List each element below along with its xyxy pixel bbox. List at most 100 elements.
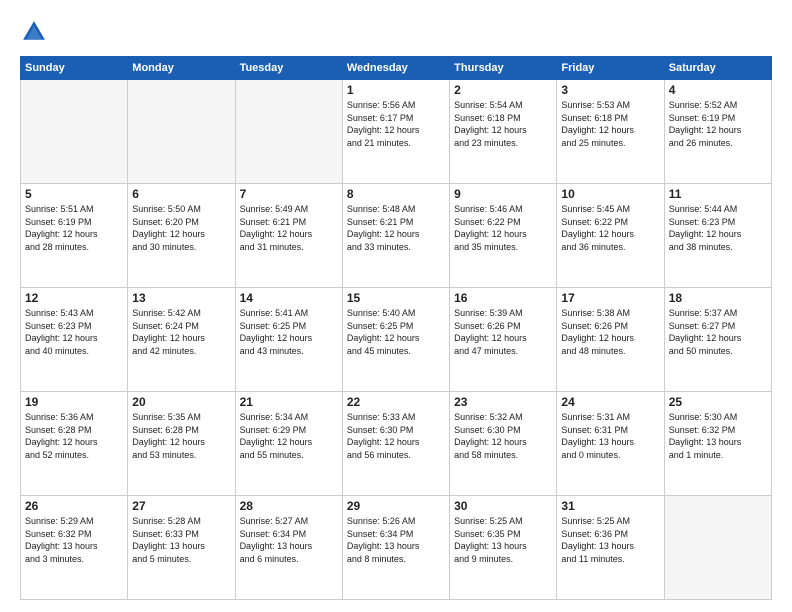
day-number: 23 — [454, 395, 552, 409]
day-number: 8 — [347, 187, 445, 201]
day-number: 2 — [454, 83, 552, 97]
day-info: Sunrise: 5:50 AM Sunset: 6:20 PM Dayligh… — [132, 203, 230, 253]
weekday-header: Saturday — [664, 57, 771, 80]
day-info: Sunrise: 5:28 AM Sunset: 6:33 PM Dayligh… — [132, 515, 230, 565]
calendar-cell: 9 Sunrise: 5:46 AM Sunset: 6:22 PM Daylig… — [450, 184, 557, 288]
day-info: Sunrise: 5:51 AM Sunset: 6:19 PM Dayligh… — [25, 203, 123, 253]
day-number: 26 — [25, 499, 123, 513]
calendar-cell: 22 Sunrise: 5:33 AM Sunset: 6:30 PM Dayli… — [342, 392, 449, 496]
day-info: Sunrise: 5:34 AM Sunset: 6:29 PM Dayligh… — [240, 411, 338, 461]
calendar-cell: 25 Sunrise: 5:30 AM Sunset: 6:32 PM Dayli… — [664, 392, 771, 496]
calendar-cell: 12 Sunrise: 5:43 AM Sunset: 6:23 PM Dayli… — [21, 288, 128, 392]
day-info: Sunrise: 5:29 AM Sunset: 6:32 PM Dayligh… — [25, 515, 123, 565]
day-info: Sunrise: 5:32 AM Sunset: 6:30 PM Dayligh… — [454, 411, 552, 461]
calendar-week-row: 5 Sunrise: 5:51 AM Sunset: 6:19 PM Daylig… — [21, 184, 772, 288]
calendar-cell: 29Sunrise: 5:26 AM Sunset: 6:34 PM Dayli… — [342, 496, 449, 600]
day-number: 4 — [669, 83, 767, 97]
weekday-header: Sunday — [21, 57, 128, 80]
day-number: 30 — [454, 499, 552, 513]
day-info: Sunrise: 5:43 AM Sunset: 6:23 PM Dayligh… — [25, 307, 123, 357]
day-info: Sunrise: 5:36 AM Sunset: 6:28 PM Dayligh… — [25, 411, 123, 461]
calendar-cell: 19 Sunrise: 5:36 AM Sunset: 6:28 PM Dayli… — [21, 392, 128, 496]
header — [20, 18, 772, 46]
day-number: 5 — [25, 187, 123, 201]
calendar-cell: 3 Sunrise: 5:53 AM Sunset: 6:18 PM Daylig… — [557, 80, 664, 184]
day-info: Sunrise: 5:40 AM Sunset: 6:25 PM Dayligh… — [347, 307, 445, 357]
day-number: 18 — [669, 291, 767, 305]
day-info: Sunrise: 5:25 AM Sunset: 6:35 PM Dayligh… — [454, 515, 552, 565]
day-number: 9 — [454, 187, 552, 201]
day-info: Sunrise: 5:30 AM Sunset: 6:32 PM Dayligh… — [669, 411, 767, 461]
day-number: 24 — [561, 395, 659, 409]
day-info: Sunrise: 5:35 AM Sunset: 6:28 PM Dayligh… — [132, 411, 230, 461]
weekday-header: Friday — [557, 57, 664, 80]
day-number: 20 — [132, 395, 230, 409]
day-number: 14 — [240, 291, 338, 305]
day-number: 16 — [454, 291, 552, 305]
calendar-cell: 14Sunrise: 5:41 AM Sunset: 6:25 PM Dayli… — [235, 288, 342, 392]
day-number: 28 — [240, 499, 338, 513]
calendar-cell — [235, 80, 342, 184]
calendar-cell: 18 Sunrise: 5:37 AM Sunset: 6:27 PM Dayli… — [664, 288, 771, 392]
calendar-cell: 17Sunrise: 5:38 AM Sunset: 6:26 PM Dayli… — [557, 288, 664, 392]
day-info: Sunrise: 5:42 AM Sunset: 6:24 PM Dayligh… — [132, 307, 230, 357]
calendar-cell — [664, 496, 771, 600]
calendar-cell: 11 Sunrise: 5:44 AM Sunset: 6:23 PM Dayli… — [664, 184, 771, 288]
day-info: Sunrise: 5:39 AM Sunset: 6:26 PM Dayligh… — [454, 307, 552, 357]
day-info: Sunrise: 5:54 AM Sunset: 6:18 PM Dayligh… — [454, 99, 552, 149]
calendar-table: SundayMondayTuesdayWednesdayThursdayFrid… — [20, 56, 772, 600]
calendar-cell: 4 Sunrise: 5:52 AM Sunset: 6:19 PM Daylig… — [664, 80, 771, 184]
day-number: 1 — [347, 83, 445, 97]
day-info: Sunrise: 5:25 AM Sunset: 6:36 PM Dayligh… — [561, 515, 659, 565]
day-info: Sunrise: 5:53 AM Sunset: 6:18 PM Dayligh… — [561, 99, 659, 149]
day-number: 6 — [132, 187, 230, 201]
day-info: Sunrise: 5:52 AM Sunset: 6:19 PM Dayligh… — [669, 99, 767, 149]
day-number: 12 — [25, 291, 123, 305]
day-number: 29 — [347, 499, 445, 513]
weekday-header: Wednesday — [342, 57, 449, 80]
calendar-week-row: 19 Sunrise: 5:36 AM Sunset: 6:28 PM Dayli… — [21, 392, 772, 496]
day-info: Sunrise: 5:48 AM Sunset: 6:21 PM Dayligh… — [347, 203, 445, 253]
calendar-week-row: 1 Sunrise: 5:56 AM Sunset: 6:17 PM Daylig… — [21, 80, 772, 184]
day-info: Sunrise: 5:46 AM Sunset: 6:22 PM Dayligh… — [454, 203, 552, 253]
calendar-cell: 1 Sunrise: 5:56 AM Sunset: 6:17 PM Daylig… — [342, 80, 449, 184]
calendar-week-row: 12 Sunrise: 5:43 AM Sunset: 6:23 PM Dayli… — [21, 288, 772, 392]
calendar-cell: 28 Sunrise: 5:27 AM Sunset: 6:34 PM Dayli… — [235, 496, 342, 600]
day-info: Sunrise: 5:37 AM Sunset: 6:27 PM Dayligh… — [669, 307, 767, 357]
calendar-cell: 27 Sunrise: 5:28 AM Sunset: 6:33 PM Dayli… — [128, 496, 235, 600]
day-number: 15 — [347, 291, 445, 305]
day-info: Sunrise: 5:33 AM Sunset: 6:30 PM Dayligh… — [347, 411, 445, 461]
calendar-cell: 13 Sunrise: 5:42 AM Sunset: 6:24 PM Dayli… — [128, 288, 235, 392]
calendar-cell: 20 Sunrise: 5:35 AM Sunset: 6:28 PM Dayli… — [128, 392, 235, 496]
calendar-cell: 6 Sunrise: 5:50 AM Sunset: 6:20 PM Daylig… — [128, 184, 235, 288]
day-number: 13 — [132, 291, 230, 305]
calendar-cell: 21 Sunrise: 5:34 AM Sunset: 6:29 PM Dayli… — [235, 392, 342, 496]
day-number: 27 — [132, 499, 230, 513]
calendar-cell: 8 Sunrise: 5:48 AM Sunset: 6:21 PM Daylig… — [342, 184, 449, 288]
calendar-cell: 7Sunrise: 5:49 AM Sunset: 6:21 PM Daylig… — [235, 184, 342, 288]
day-number: 11 — [669, 187, 767, 201]
logo — [20, 18, 52, 46]
calendar-cell: 16 Sunrise: 5:39 AM Sunset: 6:26 PM Dayli… — [450, 288, 557, 392]
day-number: 22 — [347, 395, 445, 409]
day-number: 25 — [669, 395, 767, 409]
weekday-header: Monday — [128, 57, 235, 80]
day-info: Sunrise: 5:38 AM Sunset: 6:26 PM Dayligh… — [561, 307, 659, 357]
day-info: Sunrise: 5:27 AM Sunset: 6:34 PM Dayligh… — [240, 515, 338, 565]
calendar-cell — [128, 80, 235, 184]
calendar-cell: 24 Sunrise: 5:31 AM Sunset: 6:31 PM Dayli… — [557, 392, 664, 496]
calendar-cell: 30 Sunrise: 5:25 AM Sunset: 6:35 PM Dayli… — [450, 496, 557, 600]
day-number: 21 — [240, 395, 338, 409]
day-info: Sunrise: 5:56 AM Sunset: 6:17 PM Dayligh… — [347, 99, 445, 149]
weekday-header-row: SundayMondayTuesdayWednesdayThursdayFrid… — [21, 57, 772, 80]
day-info: Sunrise: 5:44 AM Sunset: 6:23 PM Dayligh… — [669, 203, 767, 253]
calendar-cell: 5 Sunrise: 5:51 AM Sunset: 6:19 PM Daylig… — [21, 184, 128, 288]
day-number: 3 — [561, 83, 659, 97]
calendar-cell: 23 Sunrise: 5:32 AM Sunset: 6:30 PM Dayli… — [450, 392, 557, 496]
calendar-cell: 2 Sunrise: 5:54 AM Sunset: 6:18 PM Daylig… — [450, 80, 557, 184]
day-number: 7 — [240, 187, 338, 201]
day-number: 19 — [25, 395, 123, 409]
day-number: 31 — [561, 499, 659, 513]
day-info: Sunrise: 5:31 AM Sunset: 6:31 PM Dayligh… — [561, 411, 659, 461]
day-number: 10 — [561, 187, 659, 201]
